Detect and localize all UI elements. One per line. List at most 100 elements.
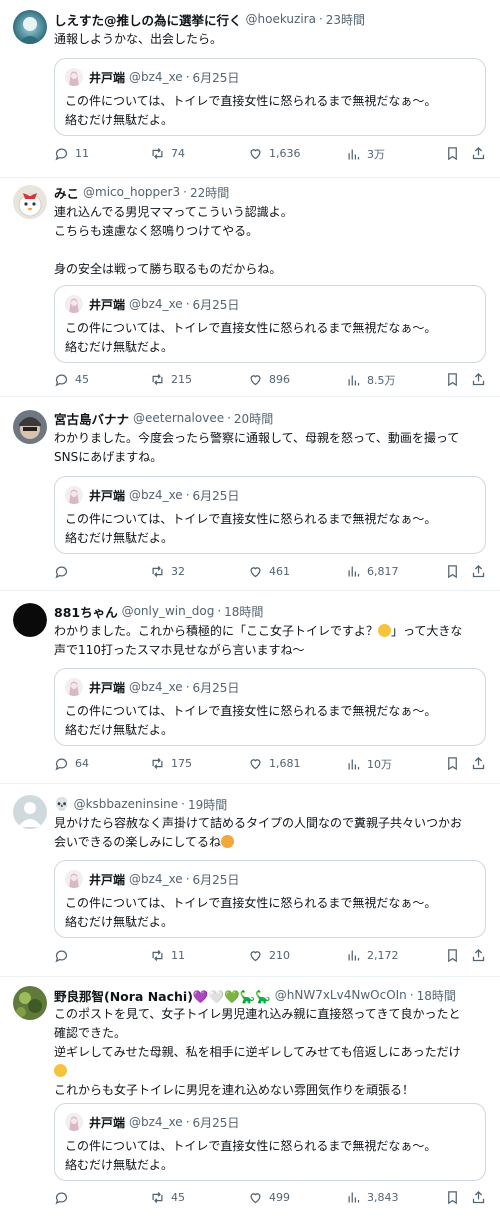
separator-dot: · (227, 411, 231, 425)
bookmark-button[interactable] (445, 948, 460, 963)
reply-tweet[interactable]: みこ @mico_hopper3 · 22時間 連れ込んでる男児ママってこういう… (0, 178, 500, 397)
quoted-tweet[interactable]: 井戸端 @bz4_xe · 6月25日 この件については、トイレで直接女性に怒ら… (54, 58, 486, 136)
author-name[interactable]: 野良那智(Nora Nachi)💜🤍💚🦕🦕 (54, 986, 271, 1005)
tweet-line: 会いできるの楽しみにしてるね (54, 833, 486, 852)
share-button[interactable] (471, 1190, 486, 1205)
no-mouth-emoji-icon (378, 624, 392, 637)
reply-icon (55, 758, 68, 771)
share-icon (472, 756, 485, 770)
views-icon (348, 149, 360, 159)
quoted-tweet[interactable]: 井戸端 @bz4_xe · 6月25日 この件については、トイレで直接女性に怒ら… (54, 476, 486, 554)
reply-tweet[interactable]: 宮古島バナナ @eeternalovee · 20時間 わかりました。今度会った… (0, 397, 500, 591)
author-name[interactable]: 881ちゃん (54, 602, 118, 621)
author-name[interactable]: 💀 (54, 796, 70, 812)
author-handle[interactable]: @only_win_dog (122, 604, 215, 618)
share-button[interactable] (471, 756, 486, 771)
reply-button[interactable] (54, 1190, 75, 1205)
like-button[interactable]: 1,636 (248, 146, 301, 161)
timestamp[interactable]: 19時間 (188, 796, 227, 813)
repost-button[interactable]: 32 (150, 564, 185, 579)
bookmark-button[interactable] (445, 564, 460, 579)
quoted-author-name: 井戸端 (89, 680, 126, 695)
reply-tweet[interactable]: 💀 @ksbbazeninsine · 19時間 見かけたら容赦なく声掛けて詰め… (0, 784, 500, 977)
author-handle[interactable]: @mico_hopper3 (83, 185, 180, 199)
author-name[interactable]: しえすた@推しの為に選挙に行く (54, 10, 242, 29)
bookmark-button[interactable] (445, 146, 460, 161)
like-count: 461 (269, 565, 290, 578)
reply-count: 64 (75, 757, 89, 770)
timestamp[interactable]: 20時間 (234, 410, 273, 427)
avatar[interactable] (13, 986, 47, 1020)
share-button[interactable] (471, 146, 486, 161)
bookmark-button[interactable] (445, 1190, 460, 1205)
reply-button[interactable]: 11 (54, 146, 89, 161)
like-button[interactable]: 461 (248, 564, 290, 579)
repost-button[interactable]: 215 (150, 372, 192, 387)
avatar[interactable] (13, 603, 47, 637)
timestamp[interactable]: 18時間 (224, 603, 263, 620)
reply-tweet[interactable]: 881ちゃん @only_win_dog · 18時間 わかりました。これから積… (0, 591, 500, 784)
share-button[interactable] (471, 564, 486, 579)
bookmark-button[interactable] (445, 372, 460, 387)
quoted-avatar (65, 486, 83, 504)
quoted-tweet[interactable]: 井戸端 @bz4_xe · 6月25日 この件については、トイレで直接女性に怒ら… (54, 285, 486, 363)
views-button[interactable]: 8.5万 (346, 372, 396, 388)
repost-button[interactable]: 175 (150, 756, 192, 771)
repost-button[interactable]: 74 (150, 146, 185, 161)
tweet-line (54, 241, 486, 260)
quoted-tweet[interactable]: 井戸端 @bz4_xe · 6月25日 この件については、トイレで直接女性に怒ら… (54, 668, 486, 746)
bookmark-icon (448, 949, 457, 963)
hand-over-mouth-emoji-icon (54, 1064, 67, 1077)
share-button[interactable] (471, 372, 486, 387)
tweet-text-segment: 会いできるの楽しみにしてるね (54, 835, 222, 849)
avatar[interactable] (13, 410, 47, 444)
views-button[interactable]: 6,817 (346, 564, 399, 579)
avatar[interactable] (13, 795, 47, 829)
quoted-text: この件については、トイレで直接女性に怒られるまで無視だなぁ～。 絡むだけ無駄だよ… (65, 894, 436, 932)
reply-button[interactable] (54, 564, 75, 579)
repost-button[interactable]: 45 (150, 1190, 185, 1205)
author-handle[interactable]: @hNW7xLv4NwOcOIn (275, 988, 407, 1002)
author-handle[interactable]: @hoekuzira (246, 12, 316, 26)
like-button[interactable]: 499 (248, 1190, 290, 1205)
separator-dot: · (181, 797, 185, 811)
tweet-line (54, 1062, 486, 1081)
bookmark-button[interactable] (445, 756, 460, 771)
action-bar: 11 210 2,172 (54, 948, 490, 968)
views-button[interactable]: 10万 (346, 756, 392, 772)
avatar[interactable] (13, 185, 47, 219)
reply-button[interactable]: 64 (54, 756, 89, 771)
author-handle[interactable]: @ksbbazeninsine (74, 797, 179, 811)
views-button[interactable]: 3,843 (346, 1190, 399, 1205)
quoted-author-name: 井戸端 (89, 1115, 126, 1130)
repost-button[interactable]: 11 (150, 948, 185, 963)
author-handle[interactable]: @eeternalovee (133, 411, 224, 425)
views-icon (348, 759, 360, 769)
views-button[interactable]: 2,172 (346, 948, 399, 963)
quoted-line: 絡むだけ無駄だよ。 (65, 531, 174, 545)
repost-icon (152, 148, 163, 159)
timestamp[interactable]: 23時間 (326, 11, 365, 28)
action-bar: 32 461 6,817 (54, 564, 490, 584)
timestamp[interactable]: 22時間 (190, 184, 229, 201)
like-button[interactable]: 896 (248, 372, 290, 387)
share-icon (472, 372, 485, 386)
reply-button[interactable] (54, 948, 75, 963)
like-button[interactable]: 1,681 (248, 756, 301, 771)
view-count: 8.5万 (367, 374, 396, 387)
reply-tweet[interactable]: 野良那智(Nora Nachi)💜🤍💚🦕🦕 @hNW7xLv4NwOcOIn ·… (0, 977, 500, 1219)
share-button[interactable] (471, 948, 486, 963)
reply-tweet[interactable]: しえすた@推しの為に選挙に行く @hoekuzira · 23時間 通報しようか… (0, 0, 500, 178)
like-button[interactable]: 210 (248, 948, 290, 963)
quoted-tweet[interactable]: 井戸端 @bz4_xe · 6月25日 この件については、トイレで直接女性に怒ら… (54, 860, 486, 938)
quoted-author-name: 井戸端 (89, 70, 126, 85)
quoted-tweet[interactable]: 井戸端 @bz4_xe · 6月25日 この件については、トイレで直接女性に怒ら… (54, 1103, 486, 1181)
quoted-text: この件については、トイレで直接女性に怒られるまで無視だなぁ～。 絡むだけ無駄だよ… (65, 319, 436, 357)
author-name[interactable]: みこ (54, 183, 79, 202)
quoted-avatar (65, 1113, 83, 1131)
avatar[interactable] (13, 10, 47, 44)
timestamp[interactable]: 18時間 (417, 987, 456, 1004)
views-button[interactable]: 3万 (346, 146, 385, 162)
reply-button[interactable]: 45 (54, 372, 89, 387)
author-name[interactable]: 宮古島バナナ (54, 409, 129, 428)
